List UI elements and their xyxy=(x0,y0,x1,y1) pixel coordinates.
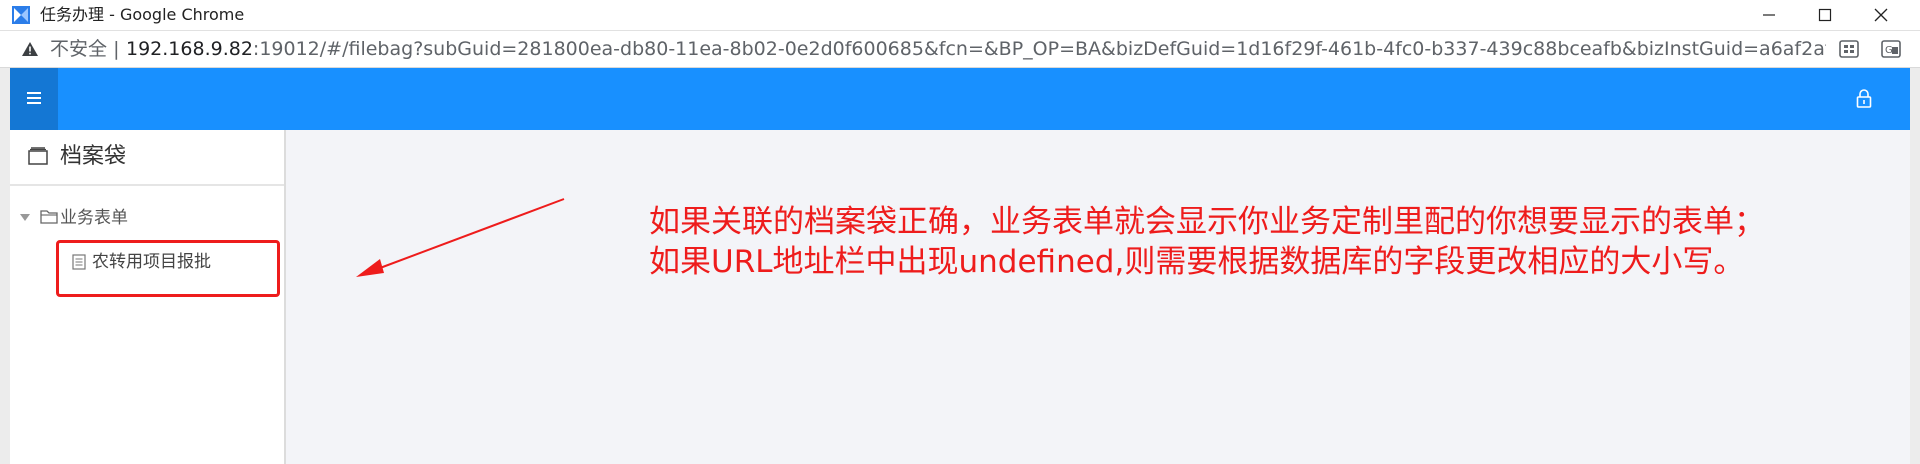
caret-down-icon[interactable] xyxy=(20,214,30,221)
sidebar: 档案袋 业务表单 农转用项目报批 xyxy=(10,130,286,464)
app-logo-icon xyxy=(12,6,30,24)
app-header xyxy=(10,68,1910,130)
menu-toggle-button[interactable] xyxy=(10,68,58,130)
close-button[interactable] xyxy=(1858,0,1904,30)
title-bar: 任务办理 - Google Chrome xyxy=(0,0,1920,31)
annotation-line-2: 如果URL地址栏中出现undefined,则需要根据数据库的字段更改相应的大小写… xyxy=(649,244,1745,280)
tree-folder-icon xyxy=(40,210,58,224)
minimize-icon xyxy=(1763,14,1775,16)
security-label[interactable]: 不安全 | xyxy=(50,38,119,60)
warning-icon[interactable] xyxy=(22,42,38,56)
sidebar-header: 档案袋 xyxy=(10,130,284,186)
minimize-button[interactable] xyxy=(1746,0,1792,30)
right-border xyxy=(1910,68,1920,464)
sidebar-title: 档案袋 xyxy=(60,144,127,169)
window-title: 任务办理 - Google Chrome xyxy=(40,5,245,24)
url-path: :19012/#/filebag?subGuid=281800ea-db80-1… xyxy=(252,38,1826,60)
maximize-button[interactable] xyxy=(1802,0,1848,30)
url-field[interactable]: 192.168.9.82:19012/#/filebag?subGuid=281… xyxy=(126,38,1826,60)
translate-icon[interactable]: G xyxy=(1880,39,1902,59)
left-border xyxy=(0,68,10,464)
lock-icon[interactable] xyxy=(1856,89,1872,109)
hamburger-icon xyxy=(27,92,41,104)
maximize-icon xyxy=(1818,8,1832,22)
annotation-highlight-box xyxy=(56,240,280,297)
folder-icon xyxy=(28,147,48,165)
apps-grid-icon[interactable] xyxy=(1838,39,1860,59)
svg-text:G: G xyxy=(1885,45,1893,56)
annotation-arrow-icon xyxy=(356,198,565,277)
close-icon xyxy=(1874,8,1888,22)
annotation-line-1: 如果关联的档案袋正确，业务表单就会显示你业务定制里配的你想要显示的表单； xyxy=(649,204,1765,240)
annotation-text: 如果关联的档案袋正确，业务表单就会显示你业务定制里配的你想要显示的表单； 如果U… xyxy=(649,202,1765,282)
address-bar[interactable]: 不安全 | 192.168.9.82:19012/#/filebag?subGu… xyxy=(0,31,1920,68)
url-host: 192.168.9.82 xyxy=(126,38,253,60)
tree-folder-label[interactable]: 业务表单 xyxy=(60,206,128,230)
